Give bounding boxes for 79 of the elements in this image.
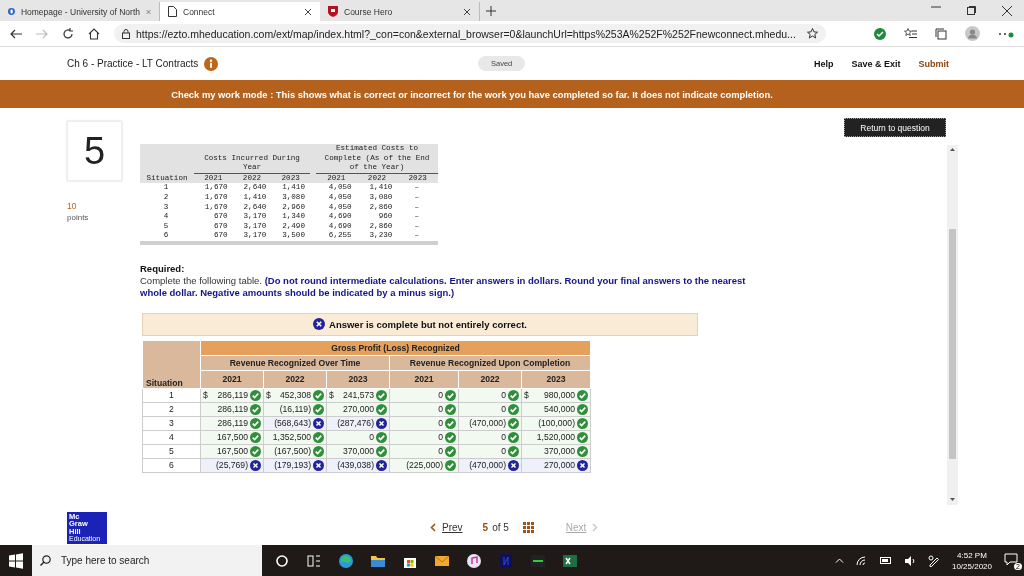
- music-icon[interactable]: [466, 552, 482, 569]
- check-mode-banner: Check my work mode : This shows what is correct or incorrect for the work you have completed so far. It does not indicate completion.: [0, 80, 1024, 108]
- search-icon: [40, 555, 51, 566]
- page-total: of 5: [492, 522, 509, 533]
- currency-sign: $: [524, 390, 529, 401]
- assignment-title: Ch 6 - Practice - LT Contracts: [67, 58, 199, 69]
- browser-tab[interactable]: Connect: [160, 2, 320, 21]
- browser-tab[interactable]: Course Hero: [320, 2, 480, 21]
- prev-link[interactable]: Prev: [430, 522, 463, 533]
- answer-value[interactable]: 0: [438, 432, 443, 443]
- browser-icon[interactable]: [338, 552, 354, 569]
- wifi-icon[interactable]: [855, 555, 868, 566]
- minimize-icon[interactable]: [931, 5, 941, 8]
- windows-icon[interactable]: [8, 552, 24, 569]
- profile-icon[interactable]: [965, 26, 980, 41]
- shield-icon: [328, 6, 338, 17]
- star-icon[interactable]: [807, 28, 818, 39]
- answer-value[interactable]: 980,000: [543, 390, 575, 401]
- refresh-icon[interactable]: [62, 27, 74, 40]
- header-link[interactable]: Save & Exit: [851, 58, 901, 69]
- battery-icon[interactable]: [879, 557, 892, 564]
- answer-value[interactable]: 0: [438, 404, 443, 415]
- app-icon[interactable]: [530, 552, 546, 569]
- taskbar-search-field[interactable]: Type here to search: [32, 545, 262, 576]
- notifications-icon[interactable]: [1004, 553, 1018, 566]
- currency-sign: $: [329, 390, 334, 401]
- answer-value[interactable]: 452,308: [279, 390, 311, 401]
- lock-icon: [122, 28, 130, 39]
- spreadsheet-icon[interactable]: [562, 552, 578, 569]
- answer-value[interactable]: 0: [438, 446, 443, 457]
- grid-icon[interactable]: [522, 522, 534, 533]
- answer-value[interactable]: 0: [501, 390, 506, 401]
- favorites-icon[interactable]: [904, 28, 917, 39]
- currency-sign: $: [203, 390, 208, 401]
- currency-sign: $: [266, 390, 271, 401]
- page-icon: [168, 6, 177, 17]
- question-number: 5: [67, 121, 122, 181]
- pen-icon[interactable]: [927, 554, 940, 567]
- close-icon[interactable]: [304, 7, 312, 16]
- answer-value[interactable]: 0: [369, 432, 374, 443]
- back-icon[interactable]: [10, 28, 22, 39]
- column-header: Situation: [142, 340, 201, 389]
- points-value: 10: [67, 201, 78, 212]
- answer-value[interactable]: 241,573: [342, 390, 374, 401]
- required-heading: Required:: [140, 262, 186, 275]
- chevron-left-icon: [430, 523, 436, 532]
- new-tab-icon[interactable]: [486, 5, 496, 16]
- return-to-question-button[interactable]: Return to question: [844, 118, 946, 137]
- column-header: Gross Profit (Loss) Recognized: [200, 340, 591, 356]
- answer-value[interactable]: 286,119: [217, 390, 248, 401]
- answer-value[interactable]: 0: [501, 446, 506, 457]
- check-icon[interactable]: [874, 27, 886, 40]
- points-label: points: [67, 213, 89, 222]
- clock-time: 4:52 PM: [957, 549, 987, 561]
- task-view-icon[interactable]: [306, 552, 322, 569]
- result-text: Answer is complete but not entirely correct.: [329, 318, 527, 330]
- info-icon[interactable]: [204, 56, 219, 71]
- volume-icon[interactable]: [903, 555, 916, 566]
- collections-icon[interactable]: [935, 27, 947, 40]
- close-icon[interactable]: [1002, 5, 1012, 16]
- answer-value[interactable]: 0: [501, 404, 506, 415]
- close-icon[interactable]: [463, 7, 471, 16]
- clock-date: 10/25/2020: [951, 560, 992, 572]
- current-page: 5: [482, 522, 489, 533]
- answer-value[interactable]: 0: [438, 390, 443, 401]
- caret-up-icon[interactable]: [834, 558, 844, 563]
- chevron-right-icon: [592, 523, 599, 532]
- answer-value[interactable]: 0: [501, 432, 506, 443]
- header-link[interactable]: Help: [813, 58, 834, 69]
- home-icon[interactable]: [88, 27, 100, 40]
- taskbar-clock[interactable]: 4:52 PM 10/25/2020: [951, 549, 992, 572]
- scrollbar-drawing[interactable]: [947, 145, 958, 505]
- address-bar[interactable]: https://ezto.mheducation.com/ext/map/index.html?_con=con&external_browser=0&launchUrl=https%253A%252F%252Fnewconnect.mhedu...: [114, 24, 826, 43]
- school-logo-icon: [8, 6, 15, 17]
- restore-icon[interactable]: [967, 5, 976, 15]
- instruction-text: Complete the following table. (Do not round intermediate calculations. Enter answers in dollars. Round your final answers to the nearest whole dollar. Negative amounts should be indicated by a minus sign.): [140, 274, 746, 298]
- circle-icon[interactable]: [274, 552, 290, 569]
- header-link[interactable]: Submit: [918, 58, 949, 69]
- answer-value[interactable]: 0: [438, 418, 443, 429]
